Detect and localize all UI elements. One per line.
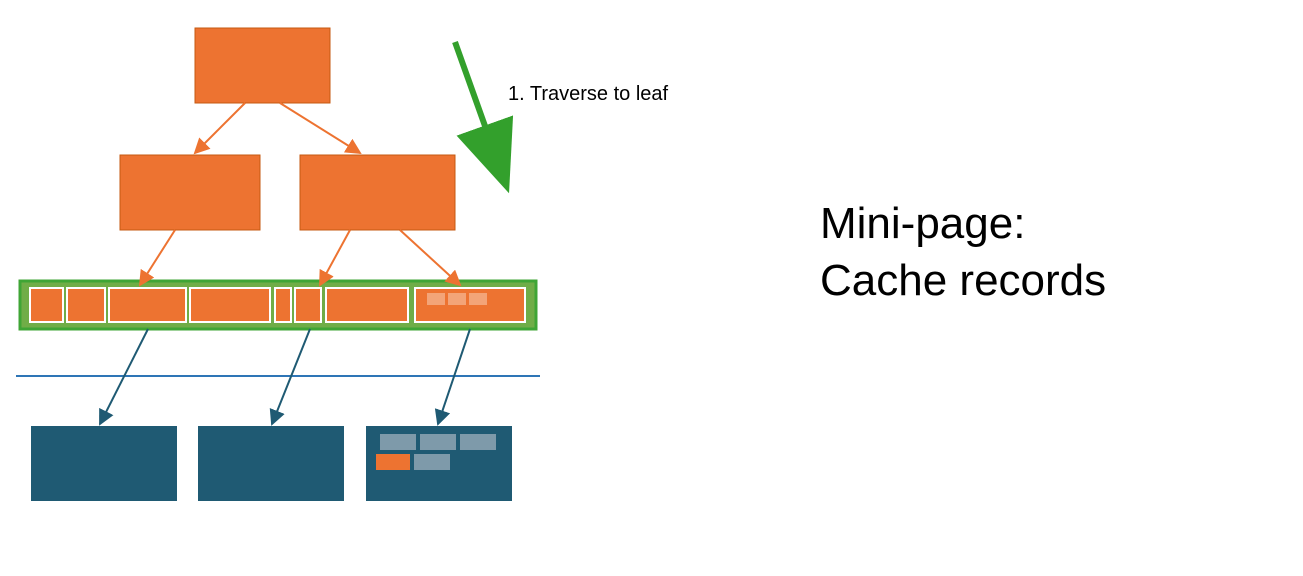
traverse-arrow xyxy=(455,42,505,182)
cache-page xyxy=(31,426,177,501)
cache-record xyxy=(414,454,450,470)
leaf-cell xyxy=(190,288,270,322)
leaf-cell xyxy=(67,288,105,322)
tree-mid-right-node xyxy=(300,155,455,230)
cache-record-highlight xyxy=(376,454,410,470)
leaf-subcell xyxy=(448,293,466,305)
cache-page xyxy=(198,426,344,501)
leaf-cell xyxy=(326,288,408,322)
edge-root-to-right xyxy=(280,103,360,153)
leaf-cell xyxy=(30,288,63,322)
title-line-1: Mini-page: xyxy=(820,199,1025,248)
cache-record xyxy=(460,434,496,450)
diagram-title: Mini-page: Cache records xyxy=(820,195,1106,309)
leaf-cell xyxy=(109,288,186,322)
annotation-traverse: 1. Traverse to leaf xyxy=(508,83,668,106)
edge-mid-right-to-strip-a xyxy=(320,230,350,285)
edge-mid-right-to-strip-b xyxy=(400,230,460,285)
leaf-subcell xyxy=(469,293,487,305)
leaf-cell xyxy=(275,288,291,322)
tree-root-node xyxy=(195,28,330,103)
leaf-subcell xyxy=(427,293,445,305)
tree-mid-left-node xyxy=(120,155,260,230)
edge-mid-left-to-strip xyxy=(140,230,175,285)
leaf-cell xyxy=(295,288,321,322)
cache-record xyxy=(380,434,416,450)
cache-record xyxy=(420,434,456,450)
title-line-2: Cache records xyxy=(820,256,1106,305)
edge-root-to-left xyxy=(195,103,245,153)
